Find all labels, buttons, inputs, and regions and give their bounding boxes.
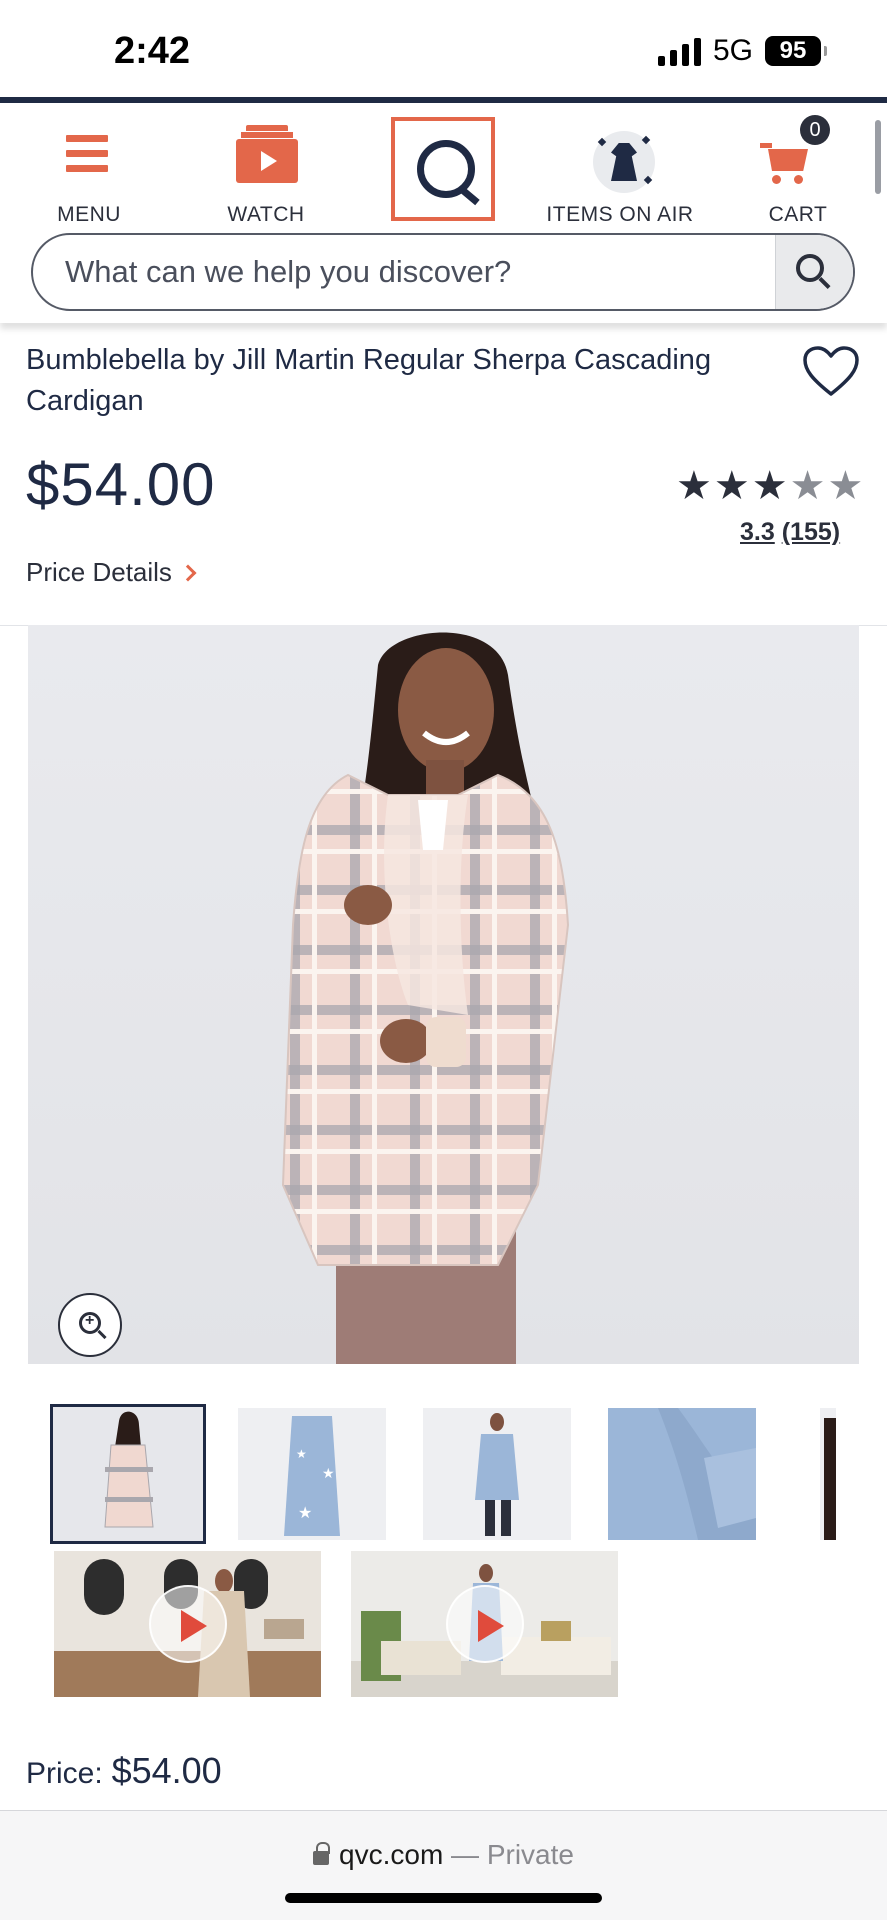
watch-icon — [236, 125, 298, 183]
svg-text:★: ★ — [296, 1447, 307, 1461]
nav-items-on-air-label: ITEMS ON AIR — [546, 203, 694, 226]
nav-cart-button[interactable]: 0 CART — [728, 115, 868, 226]
url-display[interactable]: qvc.com — Private — [0, 1839, 887, 1871]
rating-score-link[interactable]: 3.3 — [740, 518, 775, 546]
price-details-link[interactable]: Price Details — [26, 557, 197, 588]
lock-icon — [313, 1842, 331, 1865]
nav-watch-label: WATCH — [227, 203, 305, 226]
cart-count-badge: 0 — [800, 115, 830, 145]
qvc-logo[interactable] — [391, 117, 495, 221]
battery-icon: 95 — [765, 36, 827, 66]
star-full-icon: ★ — [713, 464, 750, 508]
nav-menu-label: MENU — [57, 203, 121, 226]
star-empty-icon: ★ — [827, 464, 864, 508]
search-input[interactable] — [33, 235, 777, 309]
qvc-logo-mark — [417, 140, 475, 198]
rating-summary[interactable]: 3.3 (155) — [740, 518, 840, 547]
product-price: $54.00 — [26, 451, 216, 518]
svg-text:★: ★ — [298, 1503, 312, 1522]
star-full-icon: ★ — [676, 464, 712, 508]
product-title: Bumblebella by Jill Martin Regular Sherp… — [26, 344, 712, 417]
zoom-button[interactable] — [58, 1293, 122, 1357]
nav-cart-label: CART — [768, 203, 828, 226]
play-icon[interactable] — [445, 1585, 524, 1663]
rating-count-link[interactable]: (155) — [782, 518, 840, 546]
thumbnail-1[interactable] — [50, 1404, 206, 1544]
cart-icon — [760, 143, 812, 187]
rating-stars[interactable]: ★ ★ ★ ★ ★ — [676, 466, 863, 506]
search-icon — [796, 254, 824, 282]
status-bar: 2:42 5G 95 — [0, 0, 887, 98]
model-photo — [281, 632, 570, 1364]
video-thumbnail-1[interactable] — [54, 1551, 321, 1697]
status-icons: 5G 95 — [657, 34, 827, 68]
browsing-mode: Private — [486, 1839, 574, 1870]
bottom-price-value: $54.00 — [111, 1750, 222, 1791]
browser-address-bar[interactable]: qvc.com — Private — [0, 1810, 887, 1920]
zoom-in-icon — [79, 1312, 101, 1334]
bottom-price: Price: $54.00 — [26, 1750, 222, 1792]
scrollbar-thumb[interactable] — [875, 120, 881, 194]
signal-icon — [657, 36, 701, 66]
dress-icon — [593, 131, 655, 193]
video-thumbnail-2[interactable] — [351, 1551, 618, 1697]
bottom-price-label: Price: — [26, 1757, 103, 1790]
svg-text:★: ★ — [322, 1466, 335, 1482]
menu-icon — [66, 135, 108, 175]
search-bar — [31, 233, 855, 311]
nav-menu-button[interactable]: MENU — [19, 115, 159, 226]
play-icon[interactable] — [148, 1585, 227, 1663]
chevron-right-icon — [179, 564, 197, 582]
thumbnail-4[interactable] — [608, 1408, 756, 1540]
url-separator: — — [451, 1839, 480, 1870]
thumbnail-3[interactable] — [423, 1408, 571, 1540]
nav-watch-button[interactable]: WATCH — [196, 115, 336, 226]
favorite-heart-icon[interactable] — [802, 345, 860, 397]
url-domain: qvc.com — [339, 1839, 444, 1870]
price-details-label: Price Details — [26, 557, 172, 587]
nav-items-on-air-button[interactable]: ITEMS ON AIR — [546, 115, 693, 226]
status-time: 2:42 — [114, 30, 191, 72]
home-indicator[interactable] — [285, 1893, 602, 1903]
star-full-icon: ★ — [751, 464, 788, 508]
thumbnail-2[interactable]: ★ ★ ★ — [238, 1408, 386, 1540]
star-partial-icon: ★ — [789, 464, 826, 508]
site-header: MENU WATCH ITEMS ON AIR 0 CART — [0, 103, 887, 323]
thumbnail-5-partial[interactable] — [820, 1408, 836, 1540]
search-button[interactable] — [775, 235, 853, 309]
product-main-image[interactable] — [28, 625, 859, 1364]
network-label: 5G — [712, 34, 753, 67]
